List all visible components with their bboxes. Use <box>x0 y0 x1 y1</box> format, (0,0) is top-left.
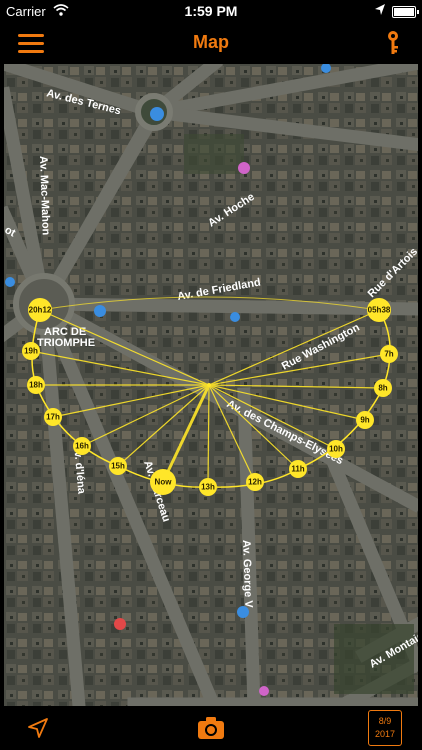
bottom-toolbar: 8/9 2017 <box>0 706 422 750</box>
svg-text:18h: 18h <box>29 381 43 390</box>
now-marker[interactable]: Now <box>150 469 176 495</box>
page-title: Map <box>193 32 229 52</box>
hour-marker[interactable]: 18h <box>27 376 45 394</box>
poi-icon[interactable] <box>5 277 15 287</box>
svg-text:12h: 12h <box>248 478 262 487</box>
hour-marker[interactable]: 7h <box>380 345 398 363</box>
hour-marker[interactable]: 12h <box>246 473 264 491</box>
hour-marker[interactable]: 13h <box>199 478 217 496</box>
hour-marker[interactable]: 20h12 <box>28 298 52 322</box>
hour-marker[interactable]: 17h <box>44 408 62 426</box>
location-pin <box>207 383 211 387</box>
hour-marker[interactable]: 16h <box>73 437 91 455</box>
street-label: Av. George V <box>240 540 254 609</box>
hour-marker[interactable]: 15h <box>109 457 127 475</box>
svg-text:10h: 10h <box>329 445 343 454</box>
poi-icon[interactable] <box>237 606 249 618</box>
mail-poi-icon[interactable] <box>230 312 240 322</box>
svg-text:13h: 13h <box>201 483 215 492</box>
status-bar: Carrier 1:59 PM <box>0 0 422 22</box>
hour-marker[interactable]: 10h <box>327 440 345 458</box>
svg-text:9h: 9h <box>360 416 369 425</box>
clock: 1:59 PM <box>184 3 238 19</box>
svg-text:11h: 11h <box>291 465 304 474</box>
date-month-day: 8/9 <box>378 716 392 726</box>
svg-text:16h: 16h <box>75 442 89 451</box>
svg-text:20h12: 20h12 <box>29 306 52 315</box>
map-view[interactable]: Av. des Ternes Av. Mac-Mahon Av. Hoche A… <box>4 64 418 706</box>
metro-poi-icon[interactable] <box>150 107 164 121</box>
svg-text:19h: 19h <box>24 347 38 356</box>
music-poi-icon[interactable] <box>238 162 250 174</box>
svg-text:17h: 17h <box>46 413 60 422</box>
svg-text:05h38: 05h38 <box>368 306 391 315</box>
svg-text:Now: Now <box>155 478 173 487</box>
hour-marker[interactable]: 9h <box>356 411 374 429</box>
shop-poi-icon[interactable] <box>259 686 269 696</box>
date-year: 2017 <box>374 729 396 739</box>
navigation-icon[interactable] <box>26 716 50 740</box>
svg-text:15h: 15h <box>111 462 125 471</box>
metro-poi-icon[interactable] <box>94 305 106 317</box>
camera-icon[interactable] <box>197 715 225 741</box>
svg-text:7h: 7h <box>384 350 393 359</box>
battery-icon <box>392 6 419 18</box>
hour-marker[interactable]: 8h <box>374 379 392 397</box>
hour-marker[interactable]: 11h <box>289 460 307 478</box>
date-button[interactable]: 8/9 2017 <box>368 710 402 746</box>
landmark-label: TRIOMPHE <box>37 337 95 349</box>
hospital-poi-icon[interactable] <box>114 618 126 630</box>
location-arrow-icon <box>374 3 386 20</box>
hour-marker[interactable]: 05h38 <box>367 298 391 322</box>
key-icon[interactable] <box>384 30 402 56</box>
hour-marker[interactable]: 19h <box>22 342 40 360</box>
satellite-map[interactable]: Av. des Ternes Av. Mac-Mahon Av. Hoche A… <box>4 64 418 706</box>
svg-text:8h: 8h <box>378 384 387 393</box>
navigation-bar: Map <box>0 22 422 64</box>
